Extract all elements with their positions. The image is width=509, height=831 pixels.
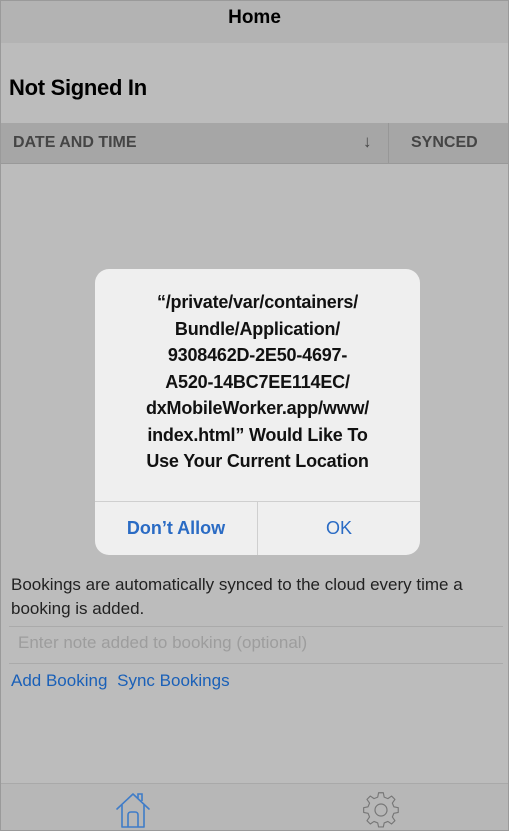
sort-descending-icon[interactable]: ↓ (363, 132, 372, 152)
sync-bookings-link[interactable]: Sync Bookings (117, 671, 229, 690)
alert-message-line: dxMobileWorker.app/www/ (145, 398, 370, 418)
column-divider (388, 123, 389, 163)
add-booking-link[interactable]: Add Booking (11, 671, 107, 690)
gear-icon (363, 792, 399, 828)
page-title: Home (228, 7, 281, 28)
alert-message-line: A520-14BC7EE114EC/ (165, 371, 350, 392)
app-frame: Home Not Signed In DATE AND TIME ↓ SYNCE… (0, 0, 509, 831)
ok-button[interactable]: OK (258, 502, 420, 555)
note-field-row (9, 626, 503, 664)
alert-message-line: index.html” Would Like To (147, 424, 368, 445)
location-permission-alert: “/private/var/containers/ Bundle/Applica… (95, 269, 420, 555)
home-icon (116, 793, 150, 828)
alert-message-line: Bundle/Application/ (174, 318, 341, 339)
alert-message-line: “/private/var/containers/ (156, 292, 359, 312)
column-header-date-and-time[interactable]: DATE AND TIME (13, 134, 137, 152)
booking-actions: Add Booking Sync Bookings (11, 671, 235, 691)
tab-bar (1, 783, 508, 830)
alert-message-line: Use Your Current Location (146, 451, 369, 471)
tab-settings[interactable] (361, 790, 401, 830)
navigation-bar: Home (1, 1, 508, 43)
column-header-synced[interactable]: SYNCED (411, 134, 478, 152)
alert-message-line: 9308462D-2E50-4697- (167, 345, 348, 365)
signin-status-heading: Not Signed In (9, 75, 147, 100)
sync-info-text: Bookings are automatically synced to the… (11, 575, 463, 618)
dont-allow-button[interactable]: Don’t Allow (95, 502, 257, 555)
alert-message: “/private/var/containers/ Bundle/Applica… (95, 289, 420, 475)
bookings-table-header: DATE AND TIME ↓ SYNCED (1, 123, 508, 164)
tab-home[interactable] (113, 790, 153, 830)
booking-note-input[interactable] (18, 633, 488, 653)
